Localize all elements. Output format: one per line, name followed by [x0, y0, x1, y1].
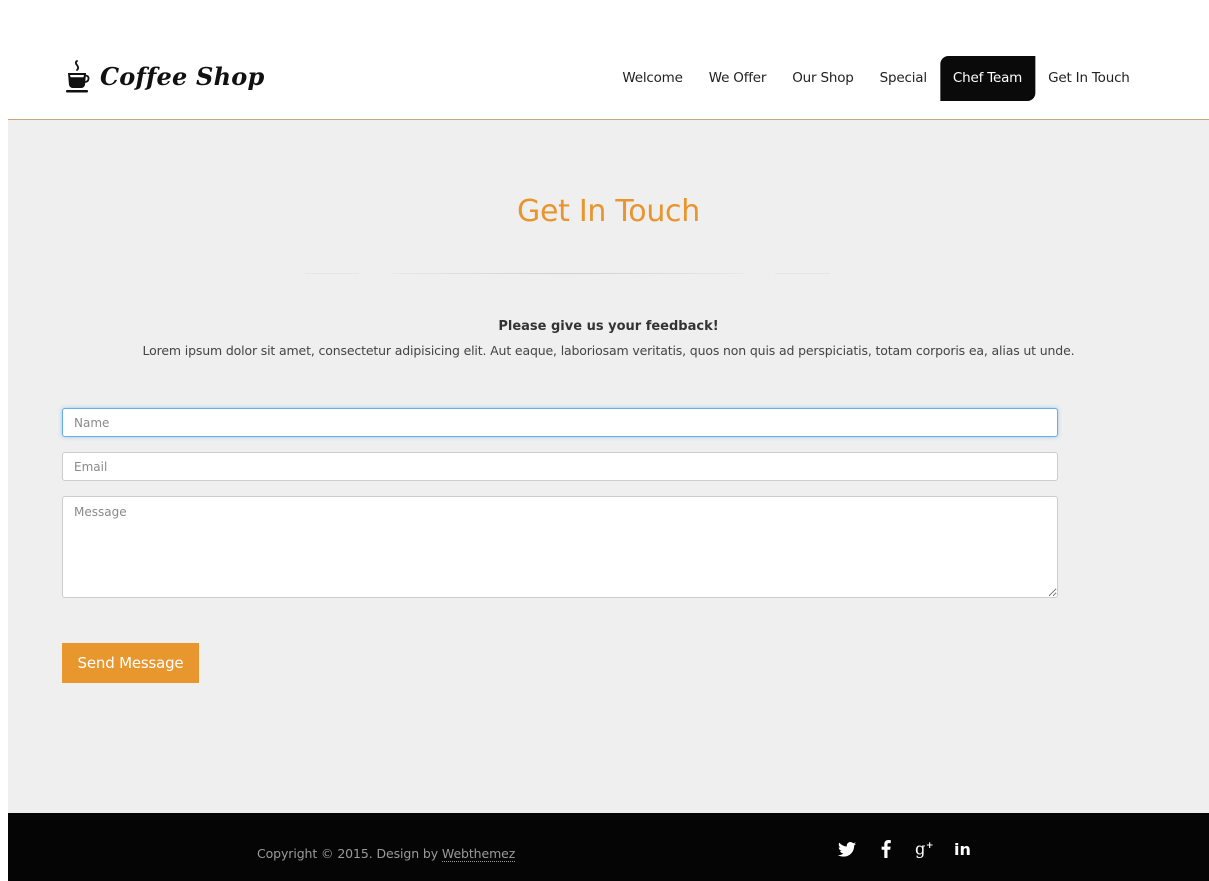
nav-item-special[interactable]: Special: [867, 56, 940, 101]
name-input[interactable]: [62, 408, 1058, 437]
footer: Copyright © 2015. Design by Webthemez g …: [8, 813, 1209, 881]
svg-text:in: in: [954, 840, 971, 858]
page: Coffee Shop Welcome We Offer Our Shop Sp…: [0, 0, 1209, 881]
title-divider: [305, 273, 830, 274]
nav-item-we-offer[interactable]: We Offer: [696, 56, 780, 101]
nav-item-get-in-touch[interactable]: Get In Touch: [1035, 56, 1143, 101]
section-title: Get In Touch: [517, 194, 700, 229]
feedback-title: Please give us your feedback!: [498, 319, 719, 334]
header: Coffee Shop Welcome We Offer Our Shop Sp…: [8, 0, 1209, 120]
twitter-icon[interactable]: [837, 839, 857, 859]
copyright-text: Copyright © 2015. Design by Webthemez: [257, 846, 515, 862]
send-message-button[interactable]: Send Message: [62, 643, 199, 683]
social-links: g + in: [837, 839, 974, 859]
svg-text:+: +: [926, 841, 934, 851]
contact-section: Get In Touch Please give us your feedbac…: [8, 120, 1209, 813]
message-textarea[interactable]: [62, 496, 1058, 598]
main-nav: Welcome We Offer Our Shop Special Chef T…: [609, 56, 1142, 101]
webthemez-link[interactable]: Webthemez: [441, 846, 515, 862]
brand-logo[interactable]: Coffee Shop: [66, 56, 264, 96]
feedback-description: Lorem ipsum dolor sit amet, consectetur …: [142, 343, 1075, 358]
copyright-prefix: Copyright © 2015. Design by: [257, 846, 442, 861]
nav-item-our-shop[interactable]: Our Shop: [779, 56, 866, 101]
coffee-cup-icon: [66, 60, 90, 93]
facebook-icon[interactable]: [876, 839, 896, 859]
nav-item-welcome[interactable]: Welcome: [609, 56, 695, 101]
nav-item-chef-team[interactable]: Chef Team: [939, 56, 1036, 101]
svg-text:g: g: [915, 839, 925, 858]
email-input[interactable]: [62, 452, 1058, 481]
brand-name: Coffee Shop: [100, 61, 265, 91]
linkedin-icon[interactable]: in: [954, 839, 974, 859]
google-plus-icon[interactable]: g +: [915, 839, 935, 859]
